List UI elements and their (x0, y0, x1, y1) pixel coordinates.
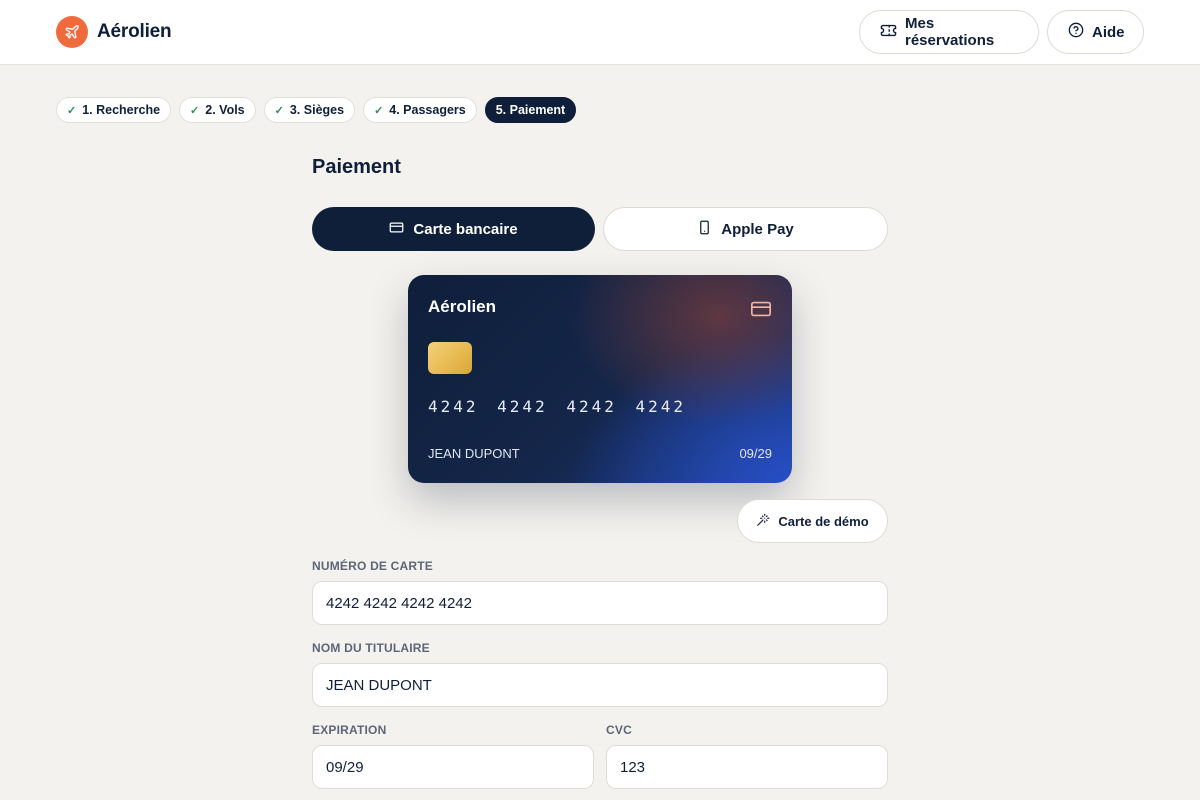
my-reservations-button[interactable]: Mes réservations (859, 10, 1039, 54)
step-passengers[interactable]: ✓ 4. Passagers (363, 97, 477, 123)
step-seats[interactable]: ✓ 3. Sièges (263, 97, 356, 123)
card-expiry-display: 09/29 (739, 446, 772, 461)
tab-credit-card[interactable]: Carte bancaire (312, 207, 595, 251)
demo-card-button[interactable]: Carte de démo (737, 499, 888, 543)
help-circle-icon (1068, 22, 1084, 42)
card-number-label: NUMÉRO DE CARTE (312, 559, 434, 573)
card-chip (428, 342, 472, 374)
step-label: 1. Recherche (82, 103, 161, 117)
expiration-label: EXPIRATION (312, 723, 387, 737)
help-button[interactable]: Aide (1047, 10, 1144, 54)
credit-card-icon (389, 220, 404, 239)
tab-apple-pay-label: Apple Pay (721, 220, 794, 238)
magic-wand-icon (756, 513, 770, 530)
tab-credit-card-label: Carte bancaire (413, 220, 518, 238)
help-label: Aide (1092, 23, 1125, 41)
checkout-steps: ✓ 1. Recherche ✓ 2. Vols ✓ 3. Sièges ✓ 4… (56, 97, 577, 123)
smartphone-icon (697, 220, 712, 239)
cardholder-name-input[interactable]: JEAN DUPONT (312, 663, 888, 707)
card-holder-display: JEAN DUPONT (428, 446, 520, 461)
brand-name: Aérolien (97, 21, 172, 42)
card-preview: Aérolien 4242 4242 4242 4242 JEAN DUPONT… (408, 275, 792, 483)
step-label: 4. Passagers (389, 103, 466, 117)
top-header: Aérolien Mes réservations Aide (0, 0, 1200, 65)
tab-apple-pay[interactable]: Apple Pay (603, 207, 888, 251)
page-title: Paiement (312, 156, 401, 178)
check-icon: ✓ (190, 104, 200, 117)
card-brand: Aérolien (428, 297, 497, 316)
step-label: 2. Vols (205, 103, 245, 117)
check-icon: ✓ (274, 104, 284, 117)
cvc-input[interactable]: 123 (606, 745, 888, 789)
ticket-icon (880, 22, 897, 43)
cardholder-name-label: NOM DU TITULAIRE (312, 641, 430, 655)
demo-card-label: Carte de démo (778, 513, 869, 529)
check-icon: ✓ (67, 104, 77, 117)
step-payment[interactable]: 5. Paiement (484, 97, 577, 123)
step-label: 5. Paiement (495, 103, 566, 117)
step-search[interactable]: ✓ 1. Recherche (56, 97, 172, 123)
step-label: 3. Sièges (289, 103, 345, 117)
step-flights[interactable]: ✓ 2. Vols (179, 97, 256, 123)
brand[interactable]: Aérolien (56, 16, 172, 48)
card-number-input[interactable]: 4242 4242 4242 4242 (312, 581, 888, 625)
check-icon: ✓ (374, 104, 384, 117)
card-number-display: 4242 4242 4242 4242 (428, 397, 687, 416)
expiration-input[interactable]: 09/29 (312, 745, 594, 789)
credit-card-icon (750, 298, 772, 325)
cvc-label: CVC (606, 723, 632, 737)
my-reservations-label: Mes réservations (905, 15, 995, 49)
plane-icon (56, 16, 88, 48)
